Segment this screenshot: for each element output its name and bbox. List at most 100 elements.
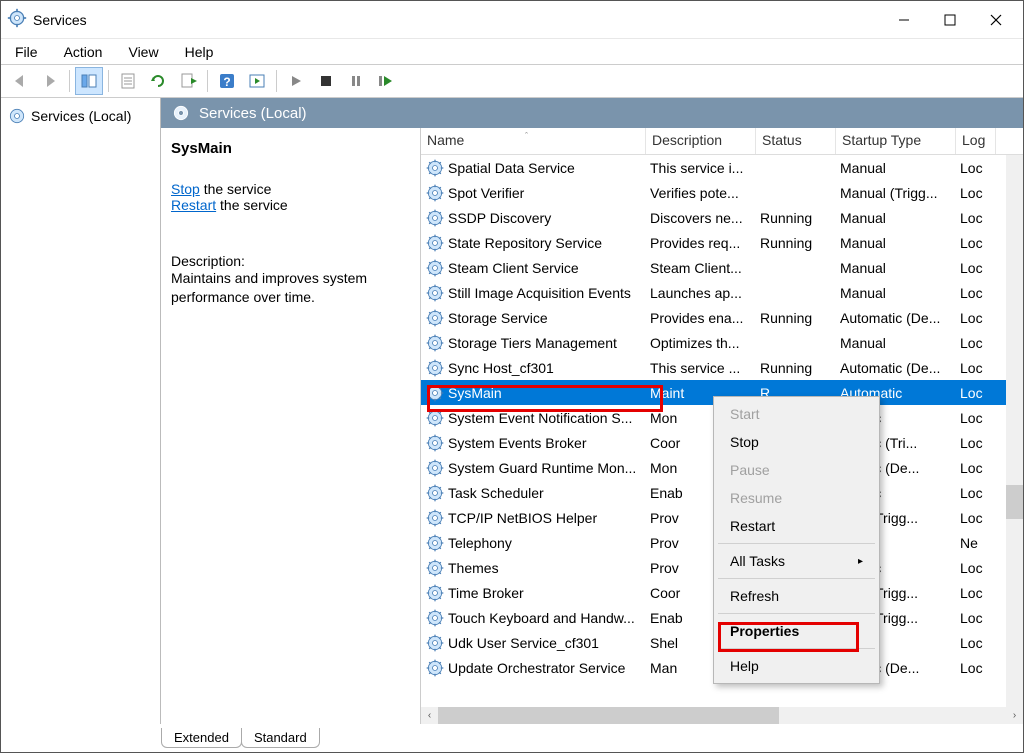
ctx-start: Start: [716, 400, 877, 428]
hscroll-left-button[interactable]: ‹: [421, 707, 438, 724]
service-name-text: State Repository Service: [448, 235, 602, 251]
tree-root-services-local[interactable]: Services (Local): [5, 104, 156, 128]
service-name-cell: System Events Broker: [421, 431, 646, 455]
help-button[interactable]: ?: [213, 67, 241, 95]
service-status-cell: [756, 291, 836, 295]
start-service-button[interactable]: [282, 67, 310, 95]
service-row[interactable]: SSDP DiscoveryDiscovers ne...RunningManu…: [421, 205, 1023, 230]
service-name-cell: Storage Service: [421, 306, 646, 330]
vertical-scrollbar[interactable]: [1006, 155, 1023, 707]
service-desc-cell: Verifies pote...: [646, 183, 756, 203]
view-tabs: Extended Standard: [161, 724, 1023, 748]
menu-action[interactable]: Action: [58, 42, 109, 62]
service-name-text: Steam Client Service: [448, 260, 579, 276]
service-row[interactable]: Storage ServiceProvides ena...RunningAut…: [421, 305, 1023, 330]
service-status-cell: Running: [756, 208, 836, 228]
service-name-cell: Update Orchestrator Service: [421, 656, 646, 680]
description-text: Maintains and improves system performanc…: [171, 269, 410, 307]
column-header-row: Nameˆ Description Status Startup Type Lo…: [421, 128, 1023, 155]
service-name-cell: Steam Client Service: [421, 256, 646, 280]
description-label: Description:: [171, 253, 410, 269]
column-startup-type[interactable]: Startup Type: [836, 128, 956, 154]
service-row[interactable]: Spatial Data ServiceThis service i...Man…: [421, 155, 1023, 180]
service-logon-cell: Loc: [956, 633, 996, 653]
service-logon-cell: Loc: [956, 383, 996, 403]
service-row[interactable]: Sync Host_cf301This service ...RunningAu…: [421, 355, 1023, 380]
service-desc-cell: This service ...: [646, 358, 756, 378]
services-app-icon: [7, 8, 27, 31]
detail-pane: SysMain Stop the service Restart the ser…: [161, 128, 421, 724]
restart-link[interactable]: Restart: [171, 197, 216, 213]
service-desc-cell: Steam Client...: [646, 258, 756, 278]
service-name-text: System Events Broker: [448, 435, 587, 451]
menu-file[interactable]: File: [9, 42, 44, 62]
menu-view[interactable]: View: [122, 42, 164, 62]
back-button[interactable]: [6, 67, 34, 95]
service-row[interactable]: Steam Client ServiceSteam Client...Manua…: [421, 255, 1023, 280]
service-status-cell: [756, 191, 836, 195]
show-hide-action-pane-button[interactable]: [243, 67, 271, 95]
svg-text:?: ?: [223, 75, 230, 89]
column-log-on-as[interactable]: Log: [956, 128, 996, 154]
hscroll-right-button[interactable]: ›: [1006, 707, 1023, 724]
service-logon-cell: Loc: [956, 308, 996, 328]
service-logon-cell: Loc: [956, 558, 996, 578]
ctx-restart[interactable]: Restart: [716, 512, 877, 540]
service-name-text: Themes: [448, 560, 499, 576]
ctx-pause: Pause: [716, 456, 877, 484]
service-name-text: Storage Service: [448, 310, 548, 326]
maximize-button[interactable]: [927, 5, 973, 35]
service-row[interactable]: Spot VerifierVerifies pote...Manual (Tri…: [421, 180, 1023, 205]
column-name[interactable]: Nameˆ: [421, 128, 646, 154]
refresh-button[interactable]: [144, 67, 172, 95]
forward-button[interactable]: [36, 67, 64, 95]
service-startup-cell: Manual (Trigg...: [836, 183, 956, 203]
service-name-cell: Sync Host_cf301: [421, 356, 646, 380]
stop-link[interactable]: Stop: [171, 181, 200, 197]
ctx-help[interactable]: Help: [716, 652, 877, 680]
show-hide-tree-button[interactable]: [75, 67, 103, 95]
service-name-text: Task Scheduler: [448, 485, 544, 501]
service-desc-cell: Discovers ne...: [646, 208, 756, 228]
service-name-cell: System Event Notification S...: [421, 406, 646, 430]
stop-service-line: Stop the service: [171, 181, 410, 197]
properties-button[interactable]: [114, 67, 142, 95]
horizontal-scrollbar[interactable]: ‹ ›: [421, 707, 1023, 724]
export-button[interactable]: [174, 67, 202, 95]
service-name-text: Touch Keyboard and Handw...: [448, 610, 635, 626]
service-logon-cell: Loc: [956, 358, 996, 378]
pause-service-button[interactable]: [342, 67, 370, 95]
service-status-cell: [756, 341, 836, 345]
service-startup-cell: Automatic (De...: [836, 308, 956, 328]
tool-bar: ?: [1, 64, 1023, 98]
minimize-button[interactable]: [881, 5, 927, 35]
service-logon-cell: Loc: [956, 208, 996, 228]
service-row[interactable]: Still Image Acquisition EventsLaunches a…: [421, 280, 1023, 305]
service-status-cell: Running: [756, 233, 836, 253]
restart-service-button[interactable]: [372, 67, 400, 95]
service-name-text: Telephony: [448, 535, 512, 551]
service-name-cell: Themes: [421, 556, 646, 580]
menu-help[interactable]: Help: [179, 42, 220, 62]
close-button[interactable]: [973, 5, 1019, 35]
right-pane: Services (Local) SysMain Stop the servic…: [161, 98, 1023, 724]
horizontal-scroll-thumb[interactable]: [438, 707, 779, 724]
stop-service-button[interactable]: [312, 67, 340, 95]
ctx-all-tasks[interactable]: All Tasks▸: [716, 547, 877, 575]
service-startup-cell: Manual: [836, 158, 956, 178]
context-menu: Start Stop Pause Resume Restart All Task…: [713, 396, 880, 684]
ctx-refresh[interactable]: Refresh: [716, 582, 877, 610]
column-status[interactable]: Status: [756, 128, 836, 154]
ctx-properties[interactable]: Properties: [716, 617, 877, 645]
vertical-scroll-thumb[interactable]: [1006, 485, 1023, 519]
service-name-text: SSDP Discovery: [448, 210, 551, 226]
tab-standard[interactable]: Standard: [241, 728, 320, 748]
service-row[interactable]: State Repository ServiceProvides req...R…: [421, 230, 1023, 255]
service-name-text: TCP/IP NetBIOS Helper: [448, 510, 597, 526]
column-description[interactable]: Description: [646, 128, 756, 154]
service-row[interactable]: Storage Tiers ManagementOptimizes th...M…: [421, 330, 1023, 355]
service-name-cell: Time Broker: [421, 581, 646, 605]
ctx-stop[interactable]: Stop: [716, 428, 877, 456]
pane-header-text: Services (Local): [199, 105, 307, 122]
tab-extended[interactable]: Extended: [161, 728, 242, 748]
